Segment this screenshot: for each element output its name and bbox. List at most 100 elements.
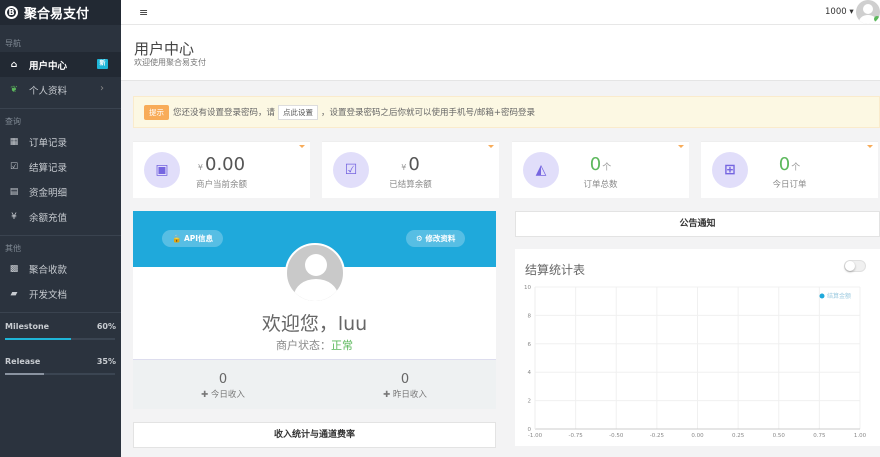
x-tick-label: 0.50 — [773, 433, 786, 439]
sidebar-item-funds[interactable]: ▤ 资金明细 — [0, 179, 121, 204]
sidebar-item-label: 资金明细 — [29, 187, 68, 199]
avatar — [285, 243, 345, 303]
sidebar-item-settlements[interactable]: ☑ 结算记录 — [0, 154, 121, 179]
x-tick-label: -0.75 — [569, 433, 584, 439]
income-today: 0 ✚ 今日收入 — [163, 372, 283, 400]
income-yesterday: 0 ✚ 昨日收入 — [345, 372, 465, 400]
x-tick-label: -0.25 — [650, 433, 665, 439]
list-icon: ▤ — [9, 186, 19, 197]
settlement-chart: -1.00 -0.75 -0.50 -0.25 0.00 0.25 0.50 0.75 1.00… — [524, 285, 867, 439]
status-label: 商户状态： — [276, 339, 331, 352]
progress-fill — [5, 338, 71, 340]
section-label-query: 查询 — [5, 117, 21, 126]
sidebar-item-label: 余额充值 — [29, 212, 68, 224]
progress-percent: 35% — [96, 357, 116, 366]
y-tick-label: 8 — [528, 313, 532, 319]
stat-value: ¥0.00 — [133, 154, 310, 175]
progress-release: Release 35% — [0, 357, 121, 375]
stat-number: 0.00 — [205, 154, 246, 175]
avatar[interactable] — [856, 0, 880, 24]
stat-caption: 商户当前余额 — [195, 180, 247, 190]
sidebar-item-label: 结算记录 — [29, 162, 68, 174]
sidebar-item-label: 用户中心 — [29, 60, 68, 72]
bitcoin-icon: B — [5, 6, 18, 19]
income-label: ✚ 今日收入 — [201, 390, 245, 400]
caret-down-icon — [678, 145, 684, 148]
y-tick-label: 6 — [528, 342, 532, 348]
stat-card-settled: ☑ ¥0 已结算余额 — [322, 141, 499, 198]
online-status-dot — [874, 16, 880, 22]
stat-number: 0 — [778, 154, 791, 175]
sidebar: B 聚合易支付 导航 ⌂ 用户中心 新 ❦ 个人资料 › 查询 ▦ 订单记录 ☑… — [0, 0, 121, 457]
progress-label: Milestone — [5, 322, 50, 331]
page-title: 用户中心 — [134, 40, 195, 58]
sidebar-item-aggregate-pay[interactable]: ▩ 聚合收款 — [0, 256, 121, 281]
currency-symbol: ¥ — [401, 163, 407, 172]
leaf-icon: ❦ — [10, 84, 18, 95]
divider — [0, 312, 121, 313]
page-subtitle: 欢迎使用聚合易支付 — [134, 58, 206, 67]
check-square-icon: ☑ — [9, 161, 19, 172]
x-tick-label: 0.25 — [732, 433, 745, 439]
stat-unit: 个 — [602, 163, 612, 173]
sidebar-item-user-center[interactable]: ⌂ 用户中心 新 — [0, 52, 121, 77]
caret-down-icon — [488, 145, 494, 148]
chart-title: 结算统计表 — [525, 263, 586, 277]
home-icon: ⌂ — [10, 59, 18, 70]
sidebar-item-label: 开发文档 — [29, 289, 68, 301]
progress-milestone: Milestone 60% — [0, 322, 121, 340]
page-header: 用户中心 欢迎使用聚合易支付 — [121, 25, 880, 81]
chart-toggle-switch[interactable] — [844, 260, 866, 272]
brand[interactable]: B 聚合易支付 — [0, 0, 121, 25]
x-tick-label: -0.50 — [609, 433, 624, 439]
stat-number: 0 — [589, 154, 602, 175]
currency-symbol: ¥ — [197, 163, 203, 172]
rates-button[interactable]: 收入统计与通道费率 — [133, 422, 496, 448]
stat-unit: 个 — [791, 163, 801, 173]
stat-value: 0个 — [512, 154, 689, 175]
profile-panel: 🔒 API信息 ⚙ 修改资料 欢迎您，luu 商户状态：正常 — [133, 211, 496, 359]
income-label: ✚ 昨日收入 — [383, 390, 427, 400]
book-icon: ▰ — [10, 288, 18, 299]
sidebar-item-label: 订单记录 — [29, 137, 68, 149]
sidebar-item-docs[interactable]: ▰ 开发文档 — [0, 281, 121, 306]
sidebar-item-orders[interactable]: ▦ 订单记录 — [0, 129, 121, 154]
legend-label: 结算金额 — [827, 292, 851, 300]
x-tick-label: 1.00 — [854, 433, 867, 439]
merchant-status: 商户状态：正常 — [133, 337, 496, 353]
stat-value: ¥0 — [322, 154, 499, 175]
income-value: 0 — [218, 372, 228, 387]
sidebar-item-recharge[interactable]: ¥ 余额充值 — [0, 204, 121, 229]
progress-bar — [5, 338, 115, 340]
progress-label: Release — [5, 357, 41, 366]
user-dropdown[interactable]: 1000 ▾ — [825, 7, 854, 17]
status-value: 正常 — [331, 339, 353, 352]
alert-text: ，设置登录密码之后你就可以使用手机号/邮箱+密码登录 — [321, 108, 536, 118]
progress-percent: 60% — [96, 322, 116, 331]
stat-number: 0 — [408, 154, 420, 175]
sidebar-item-label: 聚合收款 — [29, 264, 68, 276]
set-password-link[interactable]: 点此设置 — [278, 104, 319, 120]
caret-down-icon — [299, 145, 305, 148]
income-value: 0 — [400, 372, 410, 387]
stat-caption: 订单总数 — [583, 180, 618, 190]
api-info-button[interactable]: 🔒 API信息 — [162, 230, 224, 247]
section-label-nav: 导航 — [5, 39, 21, 48]
announcement-button[interactable]: 公告通知 — [515, 211, 880, 237]
income-summary: 0 ✚ 今日收入 0 ✚ 昨日收入 — [133, 359, 496, 409]
top-navbar: ≡ 1000 ▾ — [121, 0, 880, 25]
alert-tag: 提示 — [144, 104, 169, 120]
y-tick-label: 0 — [528, 427, 532, 433]
y-tick-label: 4 — [528, 370, 532, 376]
progress-fill — [5, 373, 44, 375]
table-icon: ▦ — [9, 136, 19, 147]
sidebar-item-profile[interactable]: ❦ 个人资料 › — [0, 77, 121, 102]
edit-profile-button[interactable]: ⚙ 修改资料 — [406, 230, 466, 247]
progress-bar — [5, 373, 115, 375]
legend-marker — [819, 293, 825, 299]
stat-value: 0个 — [701, 154, 878, 175]
y-tick-label: 2 — [528, 399, 532, 405]
settlement-chart-panel: 结算统计表 -1.00 -0.75 -0.50 -0.25 0.00 0.25 0.50 0.… — [515, 249, 880, 446]
password-alert: 提示 您还没有设置登录密码，请 点此设置 ，设置登录密码之后你就可以使用手机号/… — [133, 96, 880, 128]
menu-toggle-icon[interactable]: ≡ — [139, 6, 148, 19]
